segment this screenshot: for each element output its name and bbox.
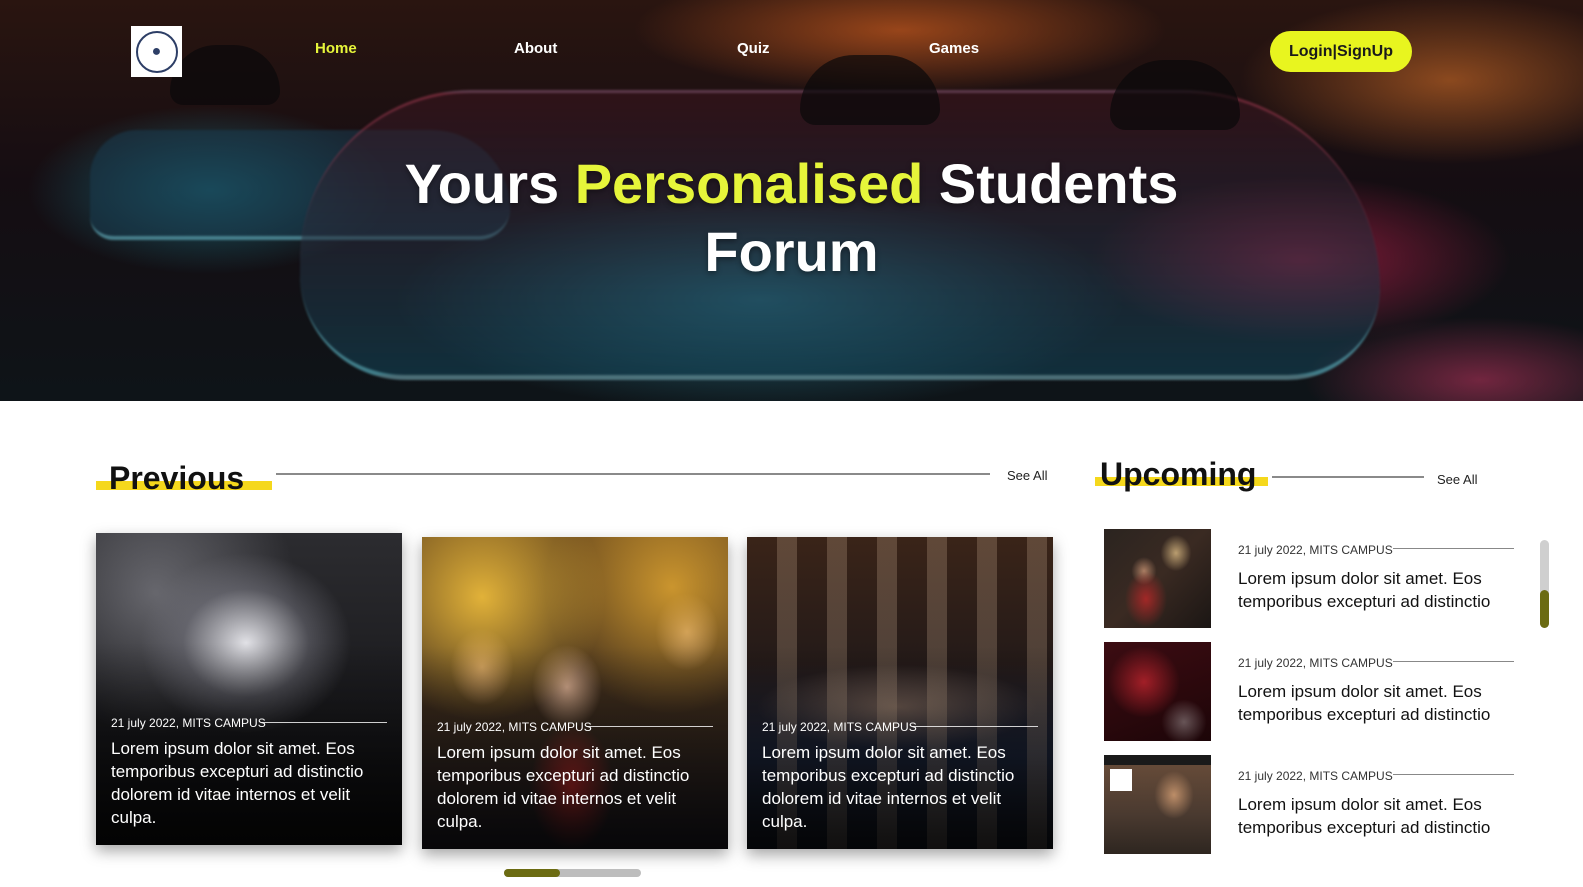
card-meta: 21 july 2022, MITS CAMPUS [111,716,266,730]
hero-seat [1110,60,1240,130]
upcoming-see-all-link[interactable]: See All [1437,472,1477,487]
card-meta: 21 july 2022, MITS CAMPUS [437,720,592,734]
upcoming-divider [1272,476,1424,478]
upcoming-item[interactable]: 21 july 2022, MITS CAMPUS Lorem ipsum do… [1104,642,1524,742]
upcoming-meta-line [1393,661,1514,662]
nav-about[interactable]: About [514,40,557,57]
upcoming-meta-line [1393,774,1514,775]
upcoming-text: Lorem ipsum dolor sit amet. Eos temporib… [1238,682,1491,724]
upcoming-text: Lorem ipsum dolor sit amet. Eos temporib… [1238,795,1491,837]
card-text: Lorem ipsum dolor sit amet. Eos temporib… [111,739,364,827]
college-emblem-icon: ● [135,30,178,73]
hero-title-part2: Students [938,152,1179,215]
meme-poster-image [1104,755,1211,854]
nav-home[interactable]: Home [315,40,357,57]
previous-divider [276,473,990,475]
site-logo[interactable]: ● [131,26,182,77]
previous-see-all-link[interactable]: See All [1007,468,1047,483]
hero-banner: ● Home About Quiz Games Login|SignUp You… [0,0,1583,401]
upcoming-scroll-thumb[interactable] [1540,590,1549,628]
man-ringing-bell-image [1104,529,1211,628]
login-signup-button[interactable]: Login|SignUp [1270,31,1412,72]
card-meta-line [262,722,387,723]
card-meta-line [913,726,1038,727]
red-game-map-image [1104,642,1211,741]
previous-section-title: Previous [109,460,245,496]
upcoming-item[interactable]: 21 july 2022, MITS CAMPUS Lorem ipsum do… [1104,755,1524,855]
upcoming-meta: 21 july 2022, MITS CAMPUS [1238,769,1393,783]
hero-title: Yours Personalised Students Forum [0,150,1583,286]
nav-quiz[interactable]: Quiz [737,40,770,57]
card-text: Lorem ipsum dolor sit amet. Eos temporib… [437,743,690,831]
upcoming-item[interactable]: 21 july 2022, MITS CAMPUS Lorem ipsum do… [1104,529,1524,629]
hero-title-line2: Forum [704,220,879,283]
hero-title-highlight: Personalised [574,152,924,215]
upcoming-meta: 21 july 2022, MITS CAMPUS [1238,543,1393,557]
hero-seat [170,45,280,105]
nav-games[interactable]: Games [929,40,979,57]
card-text: Lorem ipsum dolor sit amet. Eos temporib… [762,743,1015,831]
card-meta: 21 july 2022, MITS CAMPUS [762,720,917,734]
upcoming-text: Lorem ipsum dolor sit amet. Eos temporib… [1238,569,1491,611]
upcoming-meta: 21 july 2022, MITS CAMPUS [1238,656,1393,670]
upcoming-meta-line [1393,548,1514,549]
card-meta-line [588,726,713,727]
upcoming-section-title: Upcoming [1100,456,1257,492]
previous-card[interactable]: 21 july 2022, MITS CAMPUS Lorem ipsum do… [96,533,402,845]
carousel-scroll-thumb[interactable] [504,869,560,877]
previous-card[interactable]: 21 july 2022, MITS CAMPUS Lorem ipsum do… [747,537,1053,849]
hero-title-part1: Yours [404,152,560,215]
hero-seat [800,55,940,125]
previous-card[interactable]: 21 july 2022, MITS CAMPUS Lorem ipsum do… [422,537,728,849]
